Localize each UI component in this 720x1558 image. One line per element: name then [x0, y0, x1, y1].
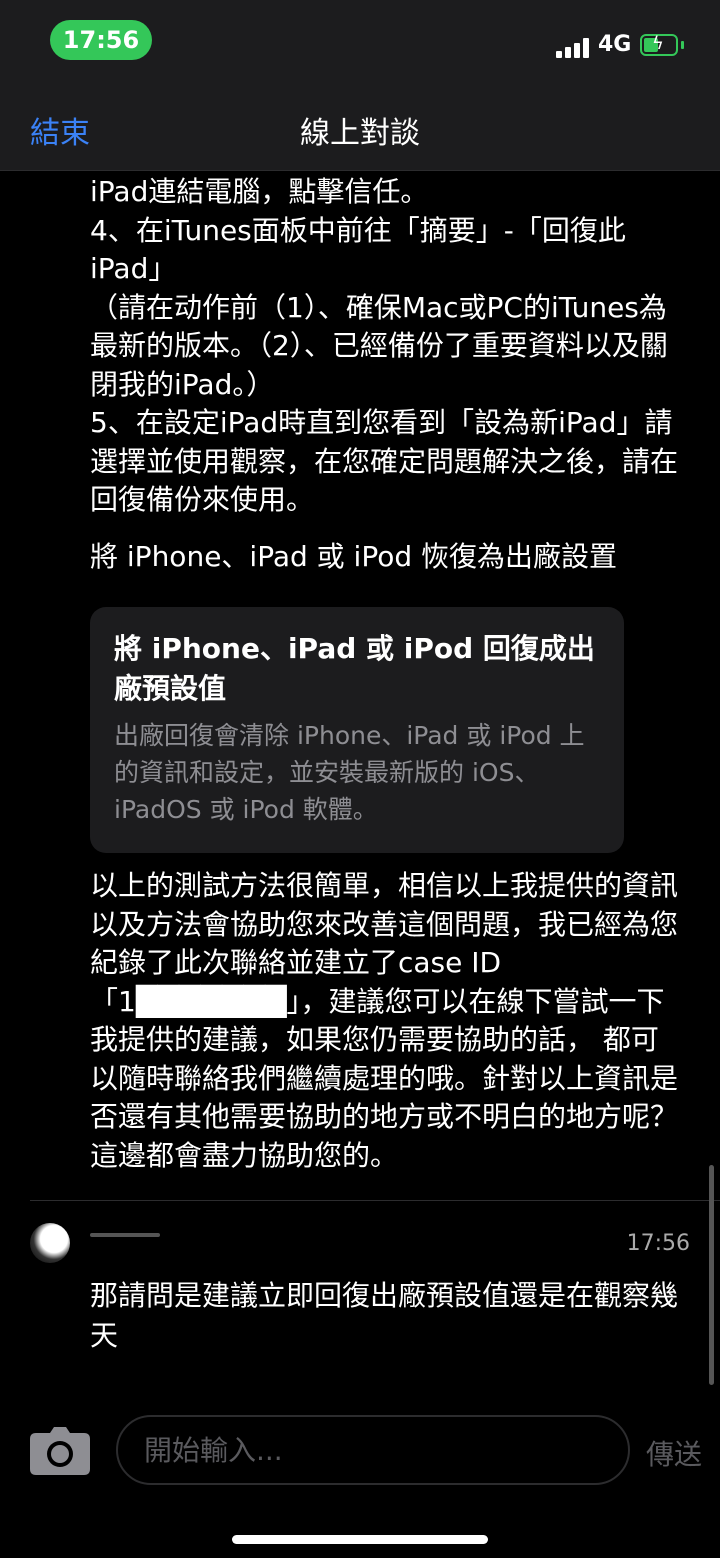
- user-message-text: 那請問是建議立即回復出廠預設值還是在觀察幾天: [90, 1279, 679, 1352]
- message-timestamp: 17:56: [626, 1231, 690, 1256]
- message-input[interactable]: [116, 1415, 630, 1485]
- signal-icon: [556, 36, 592, 58]
- agent-message-text: iPad連結電腦，點擊信任。 4、在iTunes面板中前往「摘要」-「回復此iP…: [90, 175, 679, 516]
- message-divider: [30, 1200, 720, 1201]
- status-time: 17:56: [50, 20, 152, 60]
- agent-message-text-2: 以上的測試方法很簡單，相信以上我提供的資訊以及方法會協助您來改善這個問題，我已經…: [90, 869, 679, 1172]
- home-indicator[interactable]: [232, 1535, 488, 1544]
- battery-cap: [681, 41, 684, 49]
- send-button[interactable]: 傳送: [646, 1433, 702, 1473]
- card-title: 將 iPhone、iPad 或 iPod 回復成出廠預設值: [114, 632, 595, 705]
- network-type: 4G: [598, 32, 632, 57]
- camera-icon[interactable]: [30, 1427, 90, 1475]
- battery-icon: ϟ: [640, 33, 678, 56]
- chat-transcript[interactable]: iPad連結電腦，點擊信任。 4、在iTunes面板中前往「摘要」-「回復此iP…: [0, 171, 720, 1391]
- sender-name-redacted: [90, 1233, 160, 1237]
- composer: 傳送: [0, 1391, 720, 1558]
- nav-bar: 結束 線上對談: [0, 90, 720, 171]
- agent-link-text[interactable]: 將 iPhone、iPad 或 iPod 恢復為出廠設置: [90, 535, 617, 575]
- status-bar: 17:56 4G ϟ: [0, 0, 720, 90]
- avatar: [30, 1223, 70, 1263]
- support-article-card[interactable]: 將 iPhone、iPad 或 iPod 回復成出廠預設值 出廠回復會清除 iP…: [90, 607, 624, 853]
- scrollbar[interactable]: [709, 1165, 714, 1385]
- card-description: 出廠回復會清除 iPhone、iPad 或 iPod 上的資訊和設定，並安裝最新…: [114, 721, 585, 824]
- page-title: 線上對談: [300, 116, 420, 151]
